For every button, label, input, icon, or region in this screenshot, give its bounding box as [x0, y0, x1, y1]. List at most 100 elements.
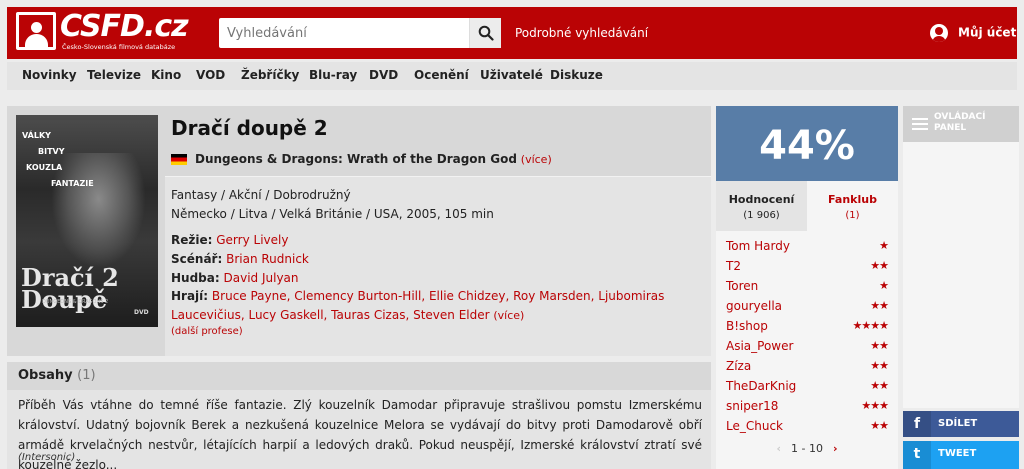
- nav-item-uzivatele[interactable]: Uživatelé: [480, 68, 543, 82]
- nav-item-oceneni[interactable]: Ocenění: [414, 68, 469, 82]
- writing-label: Scénář:: [171, 252, 223, 266]
- control-panel-button[interactable]: OVLÁDACÍ PANEL: [903, 106, 1019, 142]
- film-poster[interactable]: VÁLKY BITVY KOUZLA FANTAZIE Dračí 2 Doupě…: [16, 115, 158, 327]
- rater-row: Le_Chuck ★★: [726, 419, 889, 437]
- plot-panel: Obsahy (1) Příběh Vás vtáhne do temné ří…: [7, 362, 711, 469]
- rater-row: Tom Hardy ★: [726, 239, 889, 257]
- rater-name[interactable]: B!shop: [726, 319, 768, 333]
- tab-fanclub-label: Fanklub: [828, 193, 877, 206]
- nav-item-kino[interactable]: Kino: [151, 68, 181, 82]
- star-icon: ★★★★: [852, 319, 889, 332]
- logo-subtitle: Česko-Slovenská filmová databáze: [62, 43, 176, 51]
- plot-header: Obsahy (1): [7, 362, 711, 390]
- more-professions-link[interactable]: (další profese): [171, 326, 243, 337]
- rater-row: sniper18 ★★★: [726, 399, 889, 417]
- nav-item-novinky[interactable]: Novinky: [22, 68, 77, 82]
- nav-item-zebricky[interactable]: Žebříčky: [241, 68, 299, 82]
- star-icon: ★★: [870, 259, 889, 272]
- rater-name[interactable]: Asia_Power: [726, 339, 793, 353]
- tab-ratings-count: (1 906): [743, 210, 780, 221]
- plot-text: Příběh Vás vtáhne do temné říše fantazie…: [18, 398, 702, 469]
- star-icon: ★★: [870, 379, 889, 392]
- star-icon: ★★: [870, 299, 889, 312]
- poster-dvd-logo: DVD: [134, 309, 149, 316]
- search-button[interactable]: [469, 18, 501, 48]
- rater-name[interactable]: gouryella: [726, 299, 782, 313]
- more-titles-link[interactable]: (více): [521, 153, 552, 166]
- search-input[interactable]: [219, 18, 467, 48]
- star-icon: ★★: [870, 339, 889, 352]
- director-link[interactable]: Gerry Lively: [216, 233, 288, 247]
- facebook-icon: f: [903, 411, 931, 437]
- tab-ratings[interactable]: Hodnocení (1 906): [716, 181, 807, 231]
- poster-dragon-art: [51, 153, 146, 268]
- logo-person-icon: [16, 12, 56, 50]
- rater-name[interactable]: Zíza: [726, 359, 751, 373]
- directing-row: Režie: Gerry Lively: [171, 233, 288, 247]
- film-panel: VÁLKY BITVY KOUZLA FANTAZIE Dračí 2 Doupě…: [7, 106, 711, 356]
- hamburger-icon: [912, 118, 928, 130]
- cast-links-line-1[interactable]: Bruce Payne, Clemency Burton-Hill, Ellie…: [212, 289, 665, 303]
- rater-row: T2 ★★: [726, 259, 889, 277]
- site-logo[interactable]: CSFD.cz Česko-Slovenská filmová databáze: [16, 9, 189, 54]
- main-nav: Novinky Televize Kino VOD Žebříčky Blu-r…: [7, 62, 1017, 90]
- more-cast-link[interactable]: (více): [493, 309, 524, 322]
- writer-link[interactable]: Brian Rudnick: [226, 252, 309, 266]
- rater-name[interactable]: TheDarKnig: [726, 379, 796, 393]
- nav-item-televize[interactable]: Televize: [87, 68, 141, 82]
- twitter-tweet-button[interactable]: t TWEET: [903, 441, 1019, 469]
- composer-link[interactable]: David Julyan: [224, 271, 299, 285]
- rater-name[interactable]: T2: [726, 259, 741, 273]
- account-label: Můj účet: [958, 25, 1017, 40]
- advanced-search-link[interactable]: Podrobné vyhledávání: [515, 26, 648, 40]
- plot-title: Obsahy (1): [18, 368, 96, 383]
- rating-score: 44%: [716, 106, 898, 181]
- film-origin: Německo / Litva / Velká Británie / USA, …: [171, 207, 494, 221]
- cast-label: Hrají:: [171, 289, 209, 303]
- plot-title-text: Obsahy: [18, 368, 73, 383]
- pager-prev-icon[interactable]: ‹: [776, 442, 781, 455]
- star-icon: ★: [879, 239, 889, 252]
- writing-row: Scénář: Brian Rudnick: [171, 252, 309, 266]
- control-panel-line-2: PANEL: [934, 123, 967, 133]
- account-button[interactable]: Můj účet: [930, 24, 1016, 42]
- rater-row: Zíza ★★: [726, 359, 889, 377]
- rater-name[interactable]: Tom Hardy: [726, 239, 790, 253]
- plot-count: (1): [77, 368, 96, 383]
- star-icon: ★★★: [861, 399, 889, 412]
- tab-fanclub[interactable]: Fanklub (1): [807, 181, 898, 231]
- facebook-share-button[interactable]: f SDÍLET: [903, 411, 1019, 437]
- poster-tagline-4: FANTAZIE: [51, 179, 94, 188]
- raters-list: Tom Hardy ★ T2 ★★ Toren ★ gouryella ★★ B!sho…: [716, 231, 898, 469]
- original-title-row: Dungeons & Dragons: Wrath of the Dragon …: [171, 152, 552, 166]
- nav-item-dvd[interactable]: DVD: [369, 68, 398, 82]
- side-panel-area: [903, 142, 1019, 408]
- rating-panel: 44% Hodnocení (1 906) Fanklub (1) Tom Ha…: [716, 106, 898, 469]
- rater-row: B!shop ★★★★: [726, 319, 889, 337]
- rater-name[interactable]: Le_Chuck: [726, 419, 783, 433]
- cast-row: Hrají: Bruce Payne, Clemency Burton-Hill…: [171, 289, 664, 303]
- poster-subtitle: DUNGEONS & DRAGONS 2: [42, 299, 109, 305]
- poster-tagline-3: KOUZLA: [26, 163, 63, 172]
- control-panel-label: OVLÁDACÍ PANEL: [934, 112, 985, 134]
- search-box: [219, 18, 501, 48]
- film-info-area: [165, 177, 711, 356]
- raters-pager: ‹ 1 - 10 ›: [716, 442, 898, 455]
- nav-item-bluray[interactable]: Blu-ray: [309, 68, 357, 82]
- rater-name[interactable]: sniper18: [726, 399, 778, 413]
- tab-ratings-label: Hodnocení: [728, 193, 795, 206]
- cast-links-line-2[interactable]: Laucevičius, Lucy Gaskell, Tauras Cizas,…: [171, 308, 490, 322]
- share-label: SDÍLET: [938, 418, 978, 429]
- nav-item-vod[interactable]: VOD: [196, 68, 225, 82]
- nav-item-diskuze[interactable]: Diskuze: [550, 68, 603, 82]
- control-panel-line-1: OVLÁDACÍ: [934, 112, 986, 122]
- star-icon: ★: [879, 279, 889, 292]
- plot-source: (Intersonic): [18, 452, 76, 463]
- pager-next-icon[interactable]: ›: [833, 442, 838, 455]
- rater-name[interactable]: Toren: [726, 279, 758, 293]
- original-title: Dungeons & Dragons: Wrath of the Dragon …: [195, 152, 517, 166]
- poster-tagline-2: BITVY: [38, 147, 65, 156]
- star-icon: ★★: [870, 419, 889, 432]
- music-label: Hudba:: [171, 271, 220, 285]
- twitter-icon: t: [903, 441, 931, 469]
